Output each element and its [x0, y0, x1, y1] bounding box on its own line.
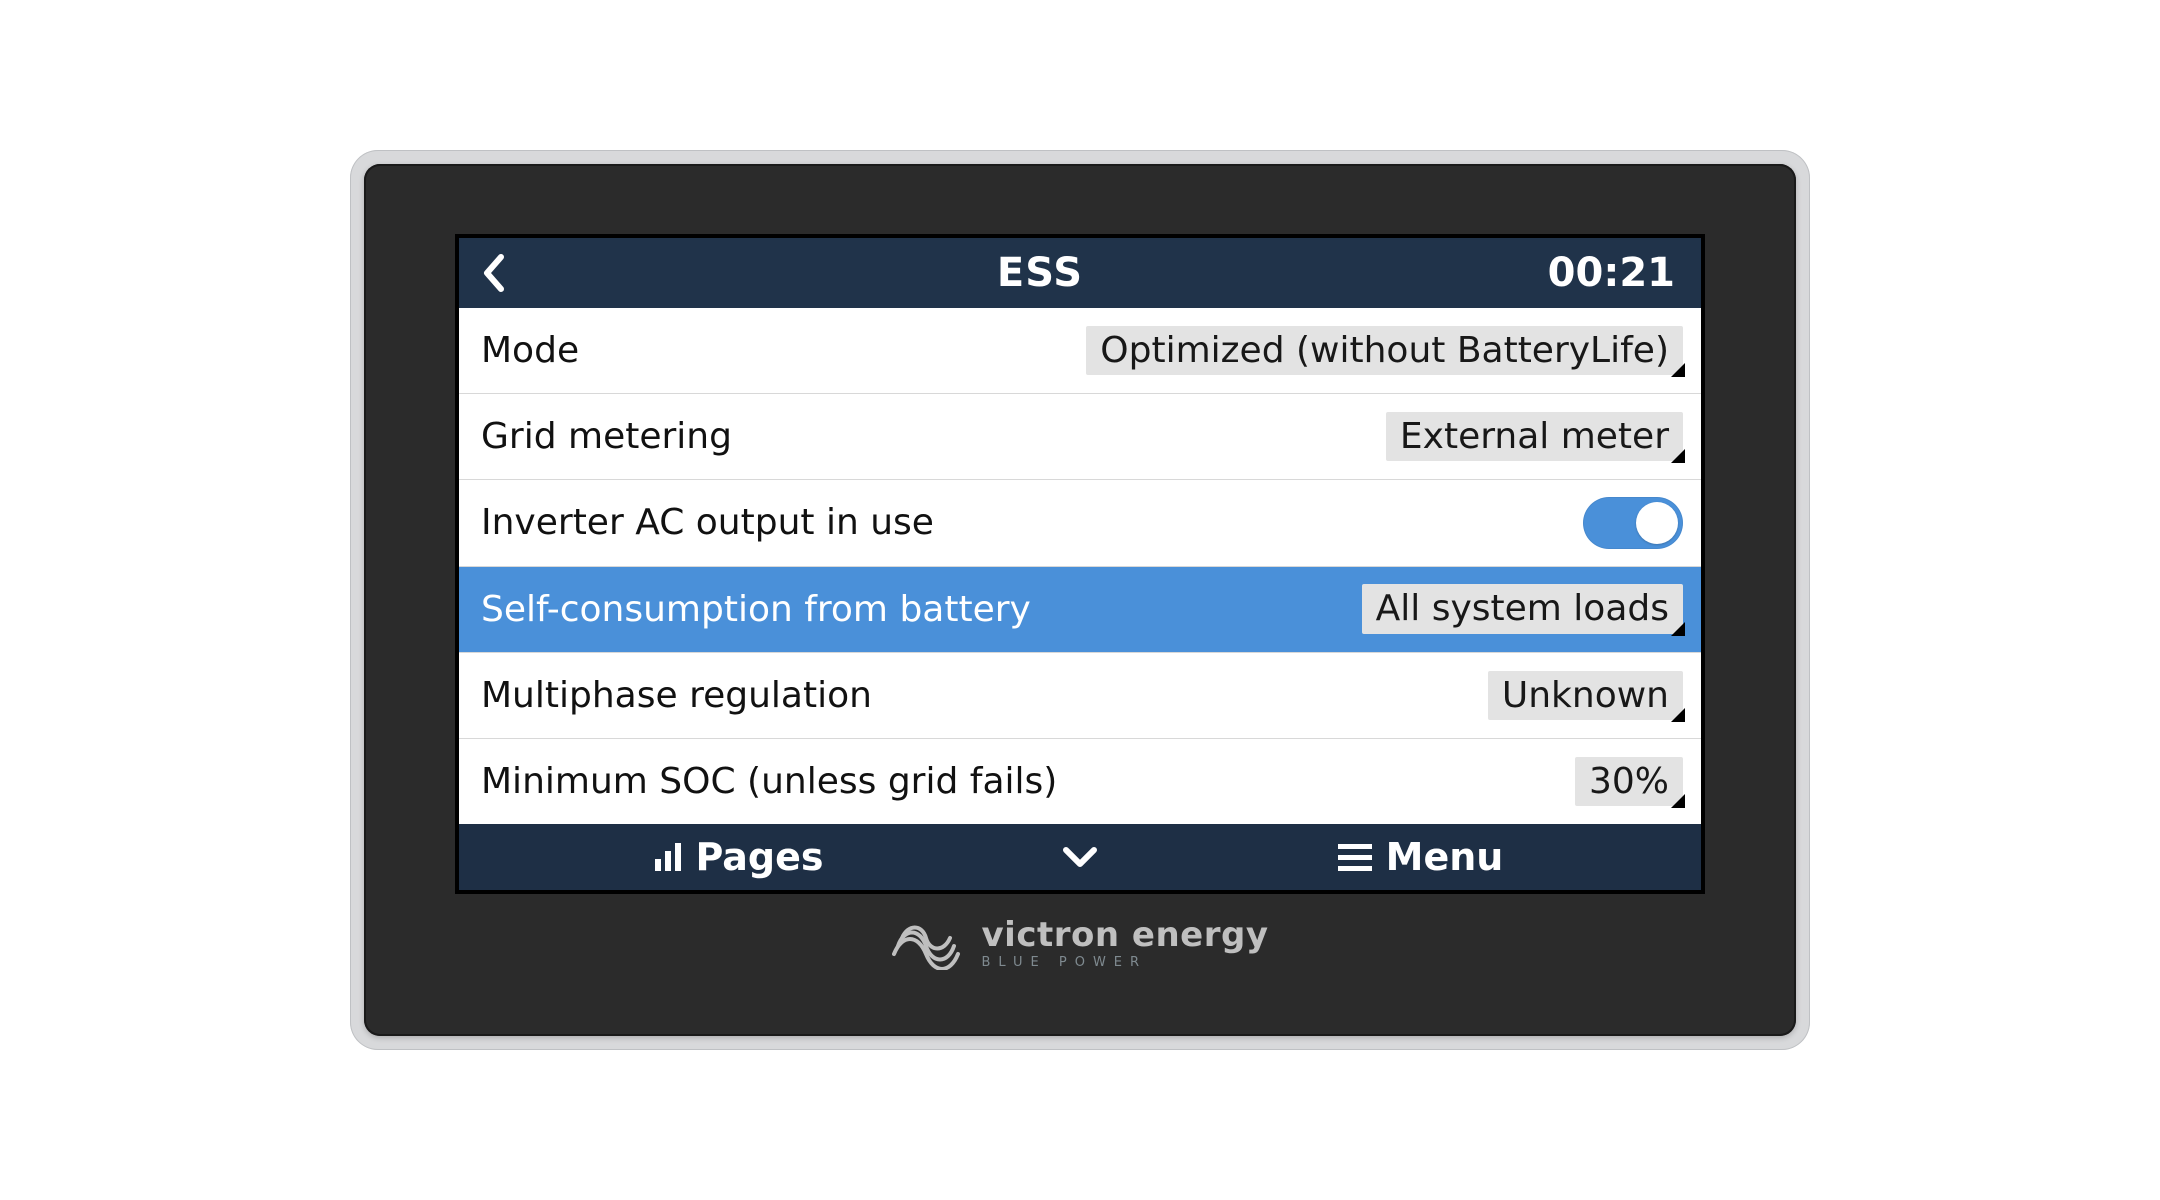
pages-button[interactable]: Pages: [459, 835, 1020, 879]
toggle-knob: [1636, 502, 1678, 544]
brand-mark-icon: [892, 916, 964, 970]
row-value-dropdown[interactable]: 30%: [1575, 757, 1683, 806]
header-bar: ESS 00:21: [459, 238, 1701, 308]
row-label: Multiphase regulation: [481, 675, 872, 716]
row-value-dropdown[interactable]: External meter: [1386, 412, 1683, 461]
row-value-dropdown[interactable]: Unknown: [1488, 671, 1683, 720]
row-multiphase-regulation[interactable]: Multiphase regulation Unknown: [459, 653, 1701, 739]
page-title: ESS: [559, 250, 1521, 296]
chevron-down-icon: [1060, 844, 1100, 870]
back-button[interactable]: [459, 253, 559, 293]
settings-list: Mode Optimized (without BatteryLife) Gri…: [459, 308, 1701, 824]
brand-tagline: BLUE POWER: [982, 956, 1269, 969]
scroll-down-button[interactable]: [1020, 844, 1140, 870]
row-mode[interactable]: Mode Optimized (without BatteryLife): [459, 308, 1701, 394]
menu-button[interactable]: Menu: [1140, 835, 1701, 879]
row-label: Self-consumption from battery: [481, 589, 1031, 630]
toggle-switch[interactable]: [1583, 497, 1683, 549]
row-grid-metering[interactable]: Grid metering External meter: [459, 394, 1701, 480]
row-label: Inverter AC output in use: [481, 502, 934, 543]
footer-bar: Pages Menu: [459, 824, 1701, 890]
bars-icon: [655, 843, 681, 871]
row-self-consumption[interactable]: Self-consumption from battery All system…: [459, 567, 1701, 653]
row-inverter-ac-output[interactable]: Inverter AC output in use: [459, 480, 1701, 566]
row-label: Minimum SOC (unless grid fails): [481, 761, 1057, 802]
screen: ESS 00:21 Mode Optimized (without Batter…: [455, 234, 1705, 894]
chevron-left-icon: [481, 253, 507, 293]
row-value-dropdown[interactable]: All system loads: [1362, 584, 1683, 633]
clock: 00:21: [1521, 250, 1701, 296]
brand-name: victron energy: [982, 918, 1269, 952]
row-label: Mode: [481, 330, 579, 371]
row-value-dropdown[interactable]: Optimized (without BatteryLife): [1086, 326, 1683, 375]
device-bezel: ESS 00:21 Mode Optimized (without Batter…: [364, 164, 1796, 1036]
row-label: Grid metering: [481, 416, 732, 457]
row-minimum-soc[interactable]: Minimum SOC (unless grid fails) 30%: [459, 739, 1701, 824]
pages-label: Pages: [695, 835, 823, 879]
device-frame-outer: ESS 00:21 Mode Optimized (without Batter…: [350, 150, 1810, 1050]
menu-label: Menu: [1386, 835, 1504, 879]
hamburger-icon: [1338, 844, 1372, 871]
brand-logo: victron energy BLUE POWER: [892, 916, 1269, 970]
